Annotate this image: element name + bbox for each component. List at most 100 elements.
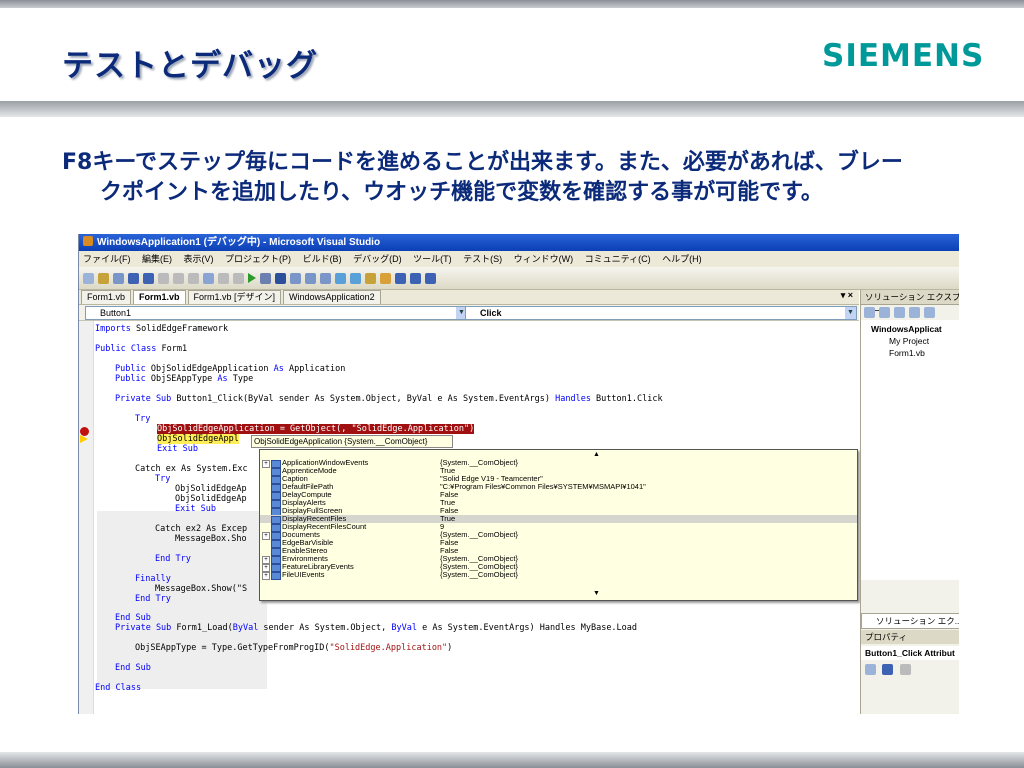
datatip-row[interactable]: EdgeBarVisible False [260, 538, 857, 548]
paste-icon[interactable] [188, 272, 199, 284]
refresh-icon[interactable] [894, 306, 905, 318]
solution-explorer-title: ソリューション エクスプローラ [861, 290, 959, 316]
code-line: Try [135, 414, 151, 424]
menu-window[interactable]: ウィンドウ(W) [514, 254, 574, 264]
datatip-row[interactable]: DisplayRecentFilesCount 9 [260, 522, 857, 532]
save-icon[interactable] [128, 272, 139, 284]
tab-form1-vb-active[interactable]: Form1.vb [133, 290, 186, 304]
tree-item-my-project[interactable]: My Project [889, 336, 929, 346]
properties-object-selector[interactable]: Button1_Click Attribut [861, 646, 959, 660]
show-all-files-icon[interactable] [879, 306, 890, 318]
property-icon [271, 572, 281, 580]
object-dropdown[interactable]: Button1 ▼ [85, 306, 468, 320]
window-title: WindowsApplication1 (デバッグ中) - Microsoft … [97, 237, 381, 248]
menu-file[interactable]: ファイル(F) [83, 254, 131, 264]
add-item-icon[interactable] [113, 272, 124, 284]
tab-form1-vb-design[interactable]: Form1.vb [デザイン] [187, 290, 282, 304]
code-line: End Class [95, 683, 142, 693]
save-all-icon[interactable] [143, 272, 154, 284]
menu-edit[interactable]: 編集(E) [142, 254, 172, 264]
bookmark-icon[interactable] [425, 272, 436, 284]
datatip-row[interactable]: DefaultFilePath "C:¥Program Files¥Common … [260, 482, 857, 492]
toolbox-icon[interactable] [365, 272, 376, 284]
undo-icon[interactable] [218, 272, 229, 284]
find-icon[interactable] [203, 272, 214, 284]
code-line: Public ObjSolidEdgeApplication As Applic… [115, 364, 346, 374]
new-project-icon[interactable] [83, 272, 94, 284]
body-line-1: F8キーでステップ毎にコードを進めることが出来ます。また、必要があれば、ブレー [62, 150, 903, 175]
view-designer-icon[interactable] [924, 306, 935, 318]
code-line: Exit Sub [157, 444, 198, 454]
datatip-row[interactable]: + FileUIEvents {System.__ComObject} [260, 570, 857, 580]
scroll-up-icon[interactable]: ▲ [593, 451, 600, 458]
menu-community[interactable]: コミュニティ(C) [585, 254, 651, 264]
step-into-icon[interactable] [290, 272, 301, 284]
body-line-2: クポイントを追加したり、ウオッチ機能で変数を確認する事が可能です。 [100, 180, 823, 205]
datatip-header[interactable]: ObjSolidEdgeApplication {System.__ComObj… [251, 435, 453, 448]
tab-form1-vb[interactable]: Form1.vb [81, 290, 132, 304]
window-titlebar[interactable]: WindowsApplication1 (デバッグ中) - Microsoft … [79, 234, 959, 251]
class-view-icon[interactable] [410, 272, 421, 284]
tree-project-root[interactable]: WindowsApplicat [871, 324, 942, 334]
code-line: Finally [135, 574, 171, 584]
step-out-icon[interactable] [320, 272, 331, 284]
menu-debug[interactable]: デバッグ(D) [353, 254, 402, 264]
navigation-bar: Button1 ▼ Click ▼ [79, 305, 859, 321]
datatip-row[interactable]: DisplayAlerts True [260, 498, 857, 508]
solution-explorer-icon[interactable] [335, 272, 346, 284]
tab-close-button[interactable]: ▾ × [841, 290, 853, 301]
code-editor[interactable]: Imports SolidEdgeFramework Public Class … [79, 321, 858, 714]
datatip-row[interactable]: + Documents {System.__ComObject} [260, 530, 857, 540]
siemens-logo: SIEMENS [822, 38, 985, 74]
solution-explorer-panel: ソリューション エクスプローラ WindowsApplicat My Proje… [860, 290, 959, 714]
menu-project[interactable]: プロジェクト(P) [225, 254, 291, 264]
step-over-icon[interactable] [305, 272, 316, 284]
view-code-icon[interactable] [909, 306, 920, 318]
stop-icon[interactable] [275, 272, 286, 284]
datatip-row[interactable]: ApprenticeMode True [260, 466, 857, 476]
datatip-row[interactable]: + FeatureLibraryEvents {System.__ComObject… [260, 562, 857, 572]
top-band [0, 0, 1024, 8]
tab-windowsapplication2[interactable]: WindowsApplication2 [283, 290, 381, 304]
slide-title: テストとデバッグ [62, 48, 318, 84]
code-line: End Sub [115, 613, 151, 623]
code-line: Exit Sub [175, 504, 216, 514]
datatip-row[interactable]: + ApplicationWindowEvents {System.__ComObj… [260, 458, 857, 468]
datatip-row[interactable]: DisplayFullScreen False [260, 506, 857, 516]
continue-icon[interactable] [248, 273, 256, 283]
cut-icon[interactable] [158, 272, 169, 284]
alphabetical-icon[interactable] [882, 664, 894, 675]
datatip-list[interactable]: ▲ + ApplicationWindowEvents {System.__ComO… [259, 449, 858, 601]
copy-icon[interactable] [173, 272, 184, 284]
open-icon[interactable] [98, 272, 109, 284]
menu-test[interactable]: テスト(S) [463, 254, 502, 264]
chevron-down-icon[interactable]: ▼ [845, 307, 856, 319]
menu-view[interactable]: 表示(V) [184, 254, 214, 264]
pause-icon[interactable] [260, 272, 271, 284]
tab-solution-explorer[interactable]: ソリューション エク... [861, 613, 959, 629]
datatip-row[interactable]: EnableStereo False [260, 546, 857, 556]
code-line: End Try [155, 554, 191, 564]
editor-gutter[interactable] [79, 321, 94, 714]
scroll-down-icon[interactable]: ▼ [593, 590, 600, 597]
object-browser-icon[interactable] [380, 272, 391, 284]
breakpoint-line: ObjSolidEdgeApplication = GetObject(, "S… [157, 424, 475, 434]
code-line: End Sub [115, 663, 151, 673]
tree-item-form1[interactable]: Form1.vb [889, 348, 925, 358]
code-line: Public Class Form1 [95, 344, 188, 354]
header-divider-band [0, 101, 1024, 117]
menu-help[interactable]: ヘルプ(H) [662, 254, 702, 264]
property-pages-icon[interactable] [899, 664, 911, 675]
code-line: MessageBox.Sho [175, 534, 247, 544]
code-line: Public ObjSEAppType As Type [115, 374, 254, 384]
redo-icon[interactable] [233, 272, 244, 284]
properties-icon[interactable] [350, 272, 361, 284]
event-dropdown[interactable]: Click ▼ [465, 306, 857, 320]
menu-tools[interactable]: ツール(T) [413, 254, 452, 264]
menu-build[interactable]: ビルド(B) [303, 254, 342, 264]
properties-button-icon[interactable] [864, 306, 875, 318]
expand-icon[interactable]: + [262, 572, 270, 580]
window-icon[interactable] [395, 272, 406, 284]
categorized-icon[interactable] [865, 664, 876, 675]
datatip-row[interactable]: DelayCompute False [260, 490, 857, 500]
